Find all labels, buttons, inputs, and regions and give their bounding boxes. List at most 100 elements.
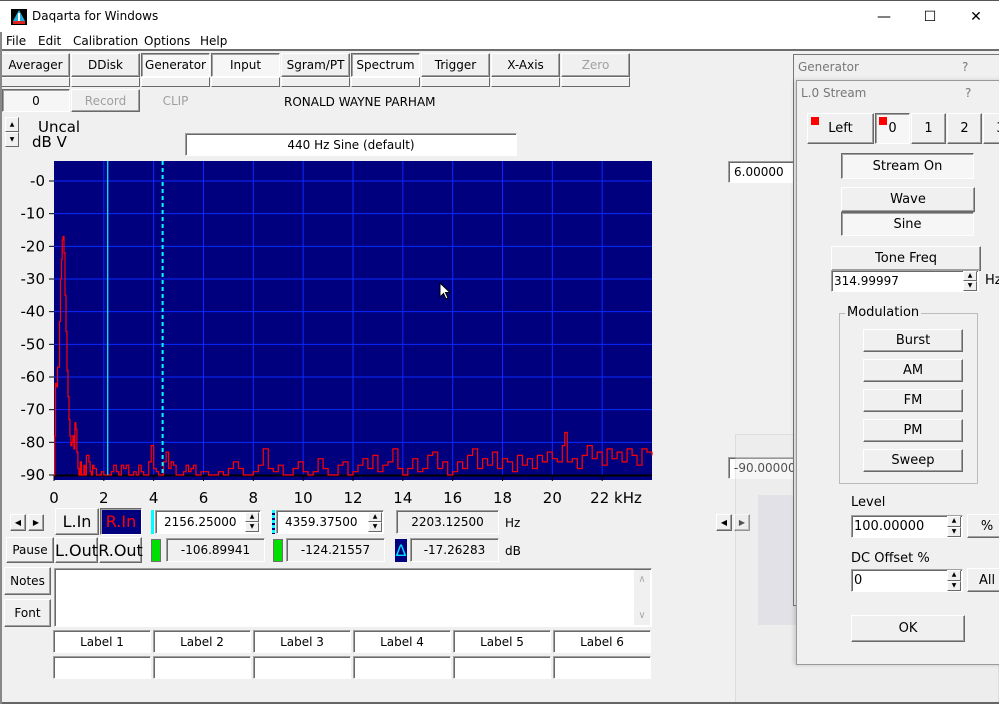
label-value-3[interactable] xyxy=(253,656,351,679)
minimize-button[interactable]: — xyxy=(861,1,907,33)
label-header-5[interactable]: Label 5 xyxy=(453,630,551,653)
tab-left-label: Left xyxy=(828,121,852,136)
counter-display[interactable]: 0 xyxy=(2,89,70,112)
spin-up-icon[interactable]: ▲ xyxy=(245,512,259,522)
tone-freq-button[interactable]: Tone Freq xyxy=(831,246,981,271)
ok-button[interactable]: OK xyxy=(851,615,965,642)
label-header-6[interactable]: Label 6 xyxy=(553,630,651,653)
trigger-button[interactable]: Trigger xyxy=(421,53,490,77)
generator-help-button[interactable]: ? xyxy=(962,60,968,74)
label-value-1[interactable] xyxy=(53,656,151,679)
tab-0[interactable]: 0 xyxy=(875,113,910,144)
label-value-2[interactable] xyxy=(153,656,251,679)
averager-button[interactable]: Averager xyxy=(1,53,70,77)
y-top-value-input[interactable]: 6.00000 xyxy=(728,161,798,183)
label-header-1[interactable]: Label 1 xyxy=(53,630,151,653)
spectrum-button[interactable]: Spectrum xyxy=(351,53,420,77)
all-button[interactable]: All xyxy=(967,568,999,592)
scroll-down-icon[interactable]: ∨ xyxy=(638,610,645,621)
notes-scrollbar[interactable]: ∧ ∨ xyxy=(634,570,650,625)
x-axis-button[interactable]: X-Axis xyxy=(491,53,560,77)
ddisk-button[interactable]: DDisk xyxy=(71,53,140,77)
delta-icon[interactable]: Δ xyxy=(395,539,407,562)
fm-button[interactable]: FM xyxy=(863,389,963,412)
zero-button[interactable]: Zero xyxy=(561,53,630,77)
generator-dialog-title: Generator xyxy=(798,60,859,74)
label-value-5[interactable] xyxy=(453,656,551,679)
y-units-down-icon[interactable]: ▼ xyxy=(5,132,19,147)
spin-up-icon[interactable]: ▲ xyxy=(947,516,961,527)
tone-freq-input[interactable]: 314.99997 xyxy=(831,270,979,292)
cursor1-level-readout: -106.89941 xyxy=(166,538,265,562)
tab-left[interactable]: Left xyxy=(807,113,874,144)
wave-value-display[interactable]: Sine xyxy=(841,212,974,236)
generator-button[interactable]: Generator xyxy=(141,53,210,77)
pm-button[interactable]: PM xyxy=(863,419,963,442)
tab-3[interactable]: 3 xyxy=(983,113,999,144)
stream-help-button[interactable]: ? xyxy=(965,86,971,100)
record-button[interactable]: Record xyxy=(71,89,140,112)
menu-help[interactable]: Help xyxy=(200,34,227,48)
spin-up-icon[interactable]: ▲ xyxy=(963,271,977,281)
tab-1[interactable]: 1 xyxy=(911,113,946,144)
spin-down-icon[interactable]: ▼ xyxy=(245,522,259,532)
maximize-button[interactable]: ☐ xyxy=(907,1,953,33)
scroll-right-button[interactable]: ▶ xyxy=(28,514,44,531)
label-header-3[interactable]: Label 3 xyxy=(253,630,351,653)
pause-button[interactable]: Pause xyxy=(6,537,54,563)
r-in-button[interactable]: R.In xyxy=(100,508,142,535)
spectrum-chart[interactable]: -0-10-20-30-40-50-60-70-80-90 0246810121… xyxy=(0,155,660,510)
label-value-6[interactable] xyxy=(553,656,651,679)
menu-file[interactable]: File xyxy=(6,34,26,48)
burst-button[interactable]: Burst xyxy=(863,329,963,352)
label-value-4[interactable] xyxy=(353,656,451,679)
spin-up-icon[interactable]: ▲ xyxy=(368,512,382,522)
cursor2-frequency-spinner[interactable]: ▲▼ xyxy=(368,512,382,532)
font-button[interactable]: Font xyxy=(4,599,51,627)
notes-textarea[interactable] xyxy=(54,568,652,627)
tone-freq-spinner[interactable]: ▲▼ xyxy=(963,271,977,291)
spin-down-icon[interactable]: ▼ xyxy=(947,527,961,538)
input-indicator xyxy=(211,77,280,87)
cursor1-level-indicator xyxy=(151,539,161,562)
x-axis-indicator xyxy=(491,77,560,87)
l-out-button[interactable]: L.Out xyxy=(55,537,98,563)
cursor1-frequency-spinner[interactable]: ▲▼ xyxy=(245,512,259,532)
x-tick-label: 4 xyxy=(149,489,159,507)
sgram-pt-button[interactable]: Sgram/PT xyxy=(281,53,350,77)
active-indicator-icon xyxy=(811,117,819,125)
dc-offset-spinner[interactable]: ▲▼ xyxy=(947,570,961,591)
menu-calibration[interactable]: Calibration xyxy=(73,34,138,48)
sweep-button[interactable]: Sweep xyxy=(863,449,963,472)
level-spinner[interactable]: ▲▼ xyxy=(947,516,961,537)
y-units-spinner[interactable]: ▲ ▼ xyxy=(5,117,19,147)
spin-down-icon[interactable]: ▼ xyxy=(368,522,382,532)
label-header-4[interactable]: Label 4 xyxy=(353,630,451,653)
active-indicator-icon xyxy=(879,117,887,125)
spin-down-icon[interactable]: ▼ xyxy=(947,581,961,592)
level-unit-button[interactable]: % xyxy=(967,514,999,538)
side-scroll-left-button[interactable]: ◀ xyxy=(716,514,732,531)
tab-2[interactable]: 2 xyxy=(947,113,982,144)
x-tick-label: 2 xyxy=(99,489,109,507)
scroll-up-icon[interactable]: ∧ xyxy=(638,574,645,585)
stream-on-button[interactable]: Stream On xyxy=(841,153,974,179)
notes-button[interactable]: Notes xyxy=(4,567,51,595)
daqarta-logo-icon xyxy=(11,9,27,25)
input-button[interactable]: Input xyxy=(211,53,280,77)
close-button[interactable]: ✕ xyxy=(953,1,999,33)
y-units-up-icon[interactable]: ▲ xyxy=(5,117,19,132)
wave-button[interactable]: Wave xyxy=(841,187,975,212)
user-name-label: RONALD WAYNE PARHAM xyxy=(284,95,436,109)
scroll-left-button[interactable]: ◀ xyxy=(10,514,26,531)
ddisk-indicator xyxy=(71,77,140,87)
y-tick-label: -0 xyxy=(30,172,45,190)
menu-options[interactable]: Options xyxy=(144,34,190,48)
spin-down-icon[interactable]: ▼ xyxy=(963,281,977,291)
menu-edit[interactable]: Edit xyxy=(38,34,61,48)
label-header-2[interactable]: Label 2 xyxy=(153,630,251,653)
spin-up-icon[interactable]: ▲ xyxy=(947,570,961,581)
r-out-button[interactable]: R.Out xyxy=(99,537,142,563)
am-button[interactable]: AM xyxy=(863,359,963,382)
l-in-button[interactable]: L.In xyxy=(55,508,99,535)
